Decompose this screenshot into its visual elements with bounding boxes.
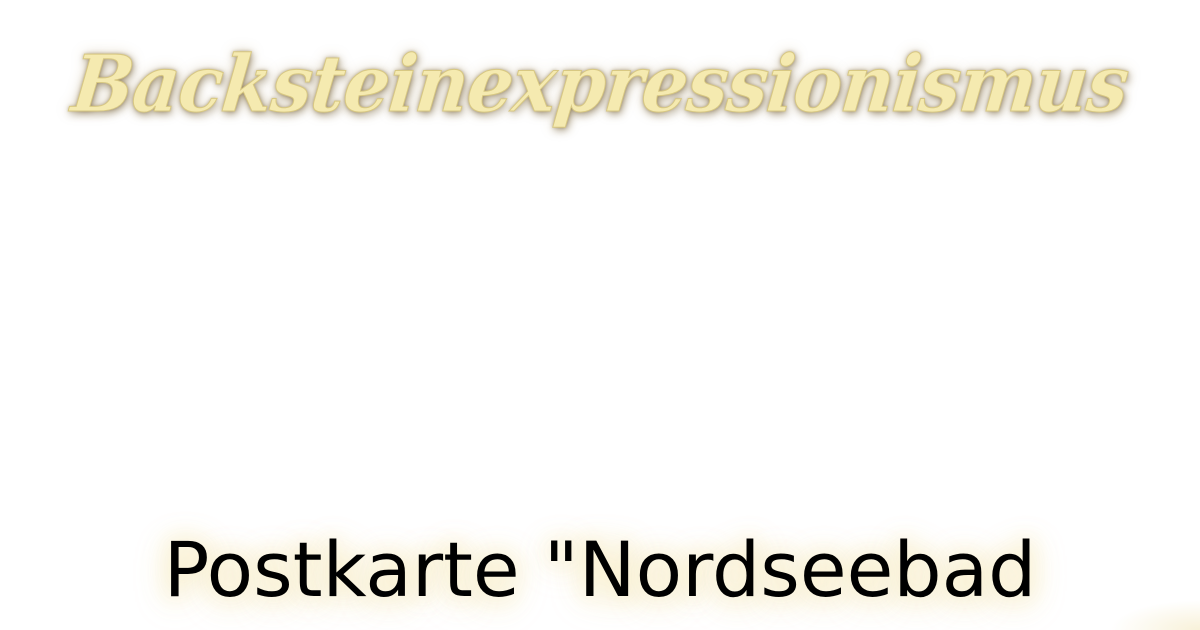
share-card: Backsteinexpressionismus Postkarte "Nord… [0, 0, 1200, 630]
corner-glow [1110, 600, 1200, 630]
postcard-caption: Postkarte "Nordseebad [163, 525, 1037, 614]
site-title: Backsteinexpressionismus [67, 39, 1133, 131]
